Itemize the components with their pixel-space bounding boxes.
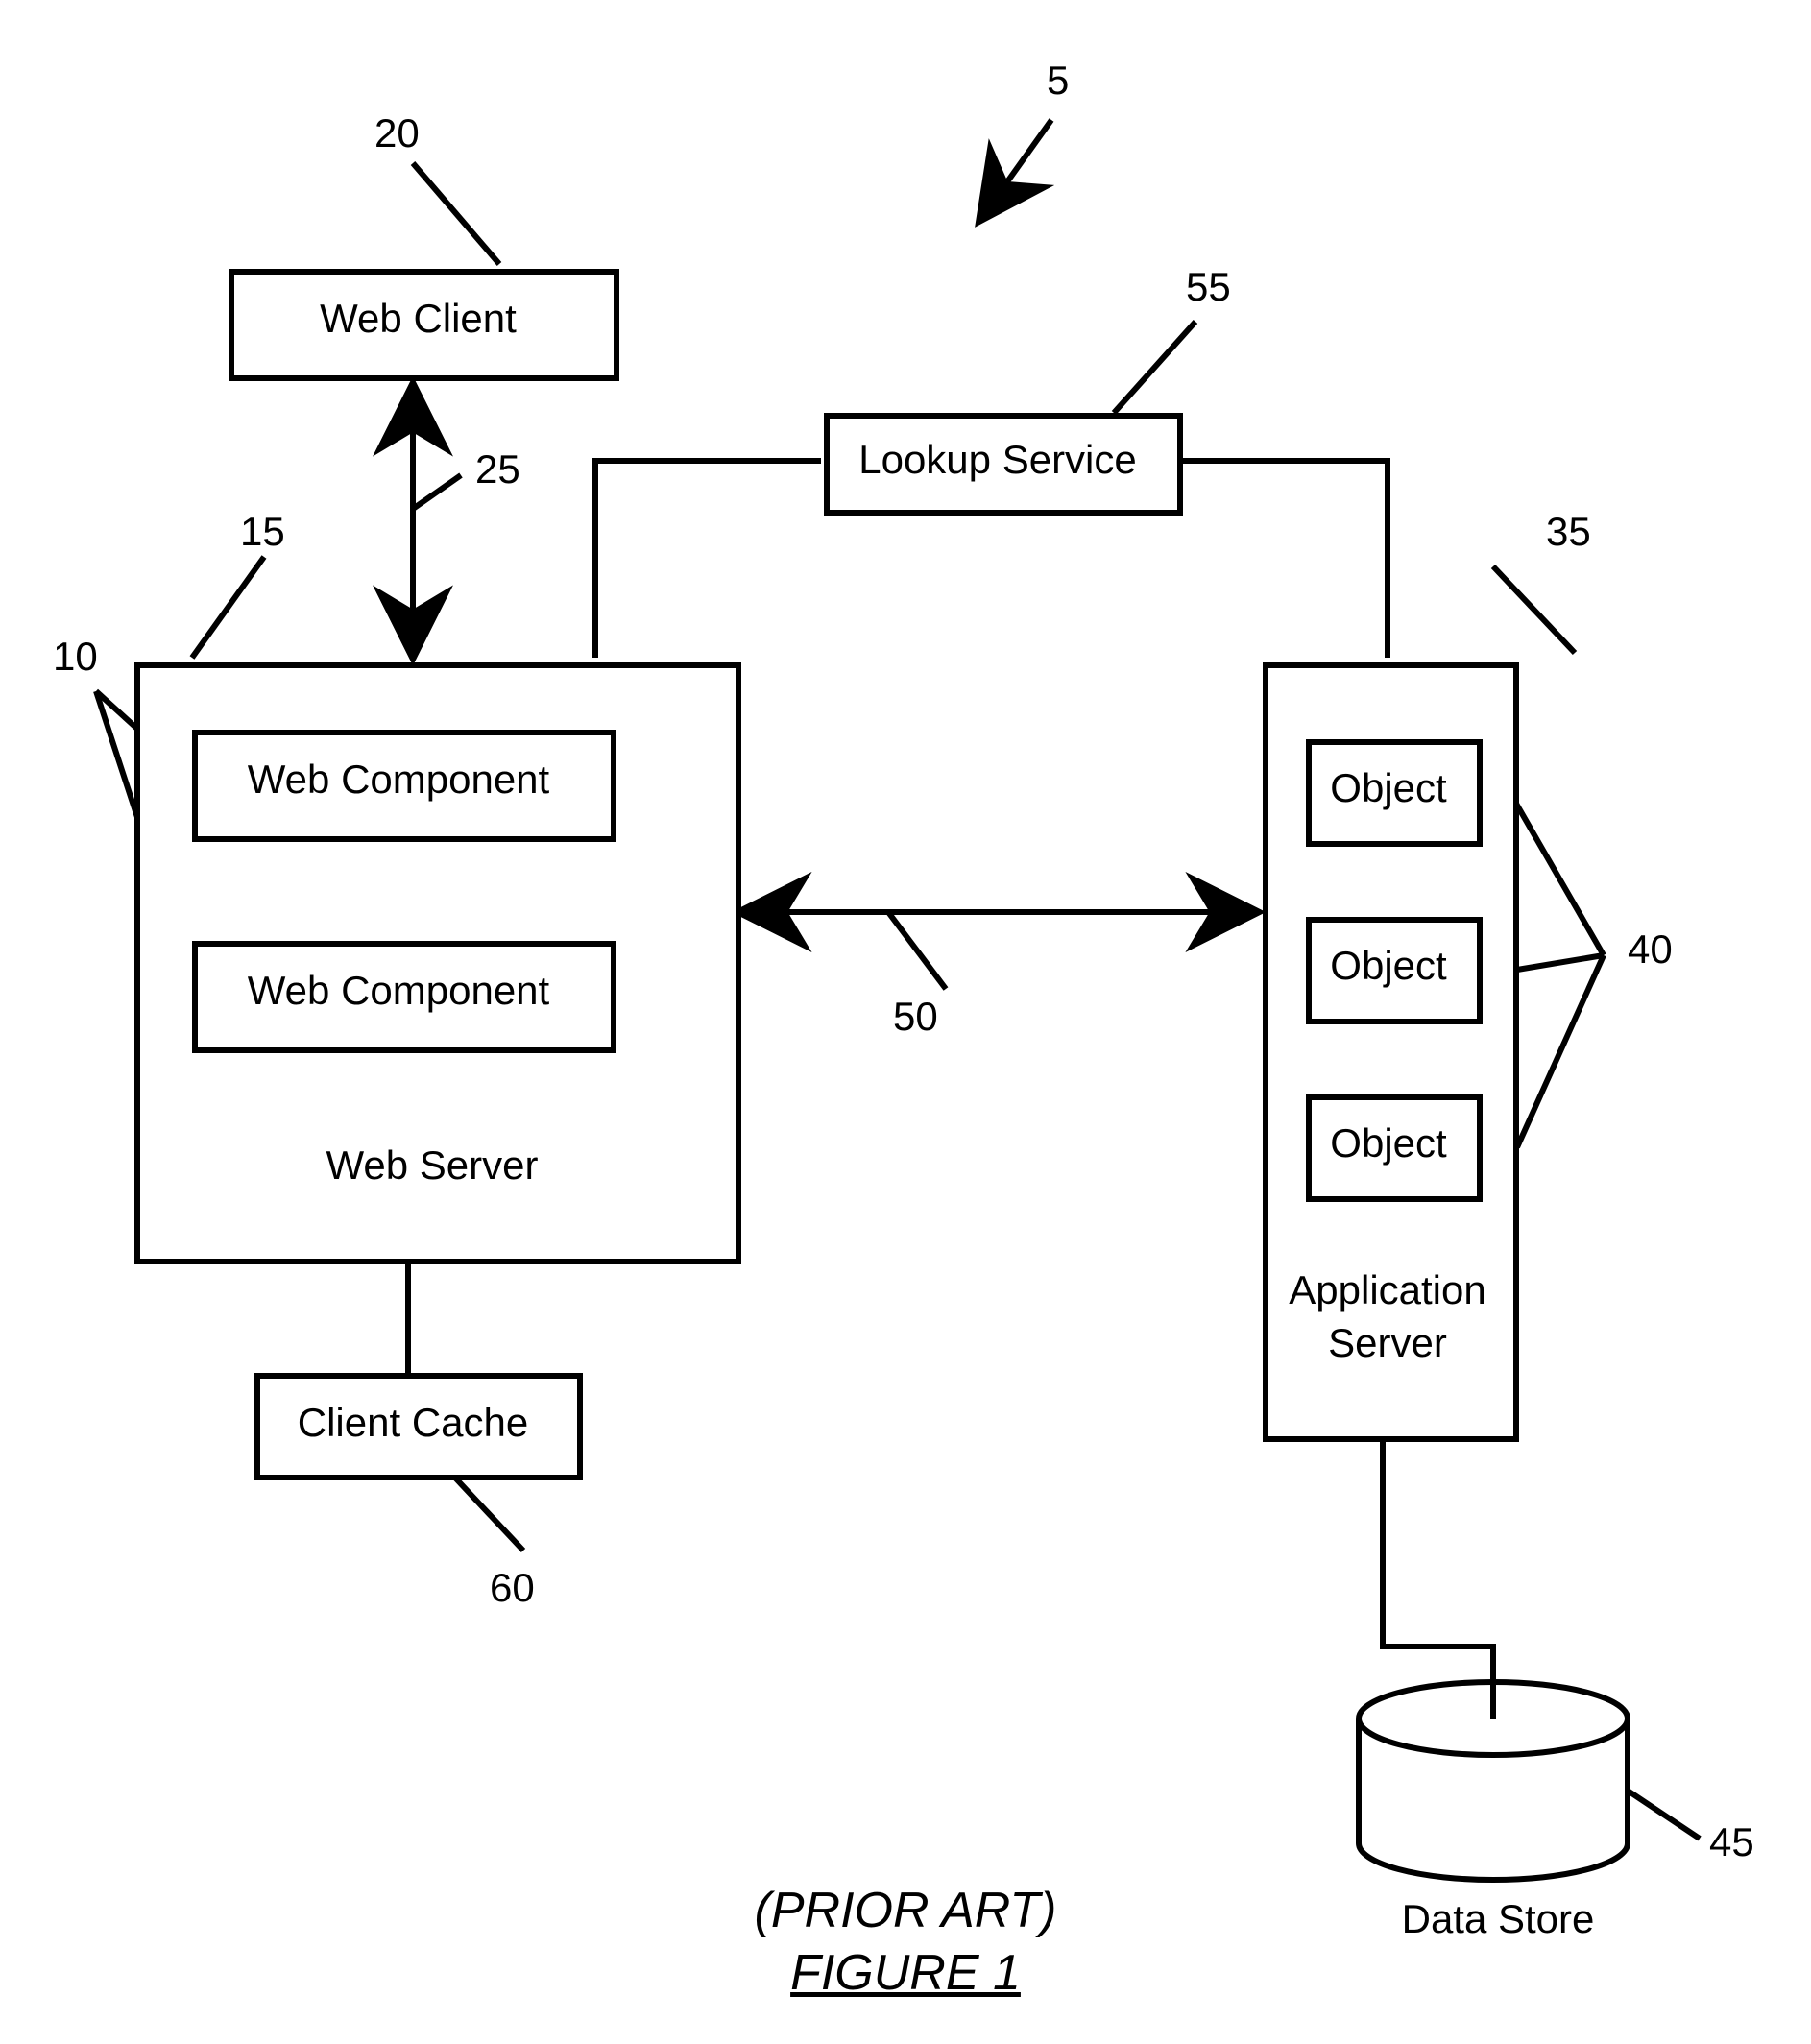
ref-web-server: 15 [240,509,285,555]
ref-client-cache: 60 [490,1565,535,1611]
diagram-stage: 5 20 55 25 15 35 10 40 50 60 45 Web Clie… [0,0,1811,2044]
object-2-label: Object [1306,943,1471,989]
web-server-caption: Web Server [134,1142,730,1189]
app-server-caption-l1: Application [1248,1267,1527,1313]
ref-web-client: 20 [374,110,420,156]
ref-link-25: 25 [475,446,520,493]
object-3-label: Object [1306,1120,1471,1166]
lookup-service-label: Lookup Service [824,437,1171,483]
client-cache-label: Client Cache [254,1400,571,1446]
web-component-2-label: Web Component [192,968,605,1014]
ref-objects: 40 [1628,926,1673,973]
caption-figure: FIGURE 1 [0,1944,1811,2002]
object-1-label: Object [1306,765,1471,811]
ref-system: 5 [1047,58,1069,104]
app-server-caption-l2: Server [1248,1320,1527,1366]
ref-app-server: 35 [1546,509,1591,555]
ref-web-component: 10 [53,634,98,680]
ref-link-50: 50 [893,994,938,1040]
web-client-label: Web Client [229,296,608,342]
web-component-1-label: Web Component [192,757,605,803]
ref-lookup: 55 [1186,264,1231,310]
ref-data-store: 45 [1709,1819,1754,1865]
caption-prior-art: (PRIOR ART) [0,1882,1811,1939]
